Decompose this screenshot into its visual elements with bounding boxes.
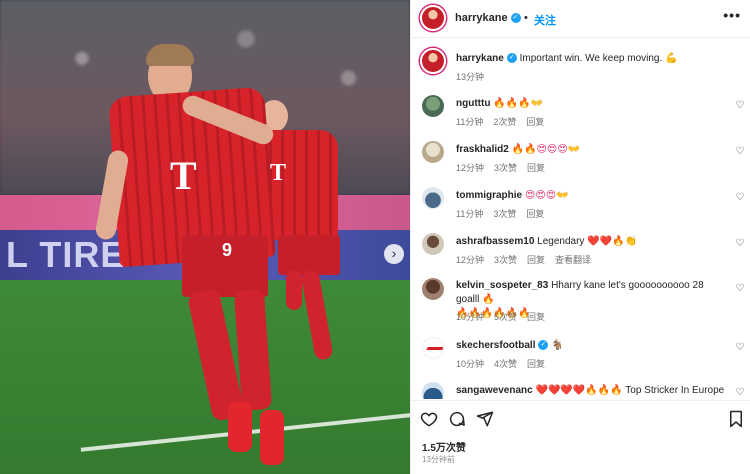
- list-item: ashrafbassem10 Legendary ❤️❤️🔥👏 12分钟 3次赞回…: [411, 233, 750, 273]
- comment-likes[interactable]: 3次赞: [494, 163, 517, 173]
- comment-username[interactable]: sangawevenanc: [456, 385, 533, 396]
- comment-username[interactable]: skechersfootball: [456, 340, 535, 351]
- comment-text: Top Stricker In Europe: [625, 385, 725, 396]
- comment-likes[interactable]: 4次赞: [494, 359, 517, 369]
- post-side-panel: harrykane ✓ • 关注 ••• harrykane ✓ Important…: [410, 0, 750, 474]
- verified-badge-icon: ✓: [538, 340, 549, 351]
- post-header: harrykane ✓ • 关注 •••: [411, 0, 750, 38]
- heart-icon[interactable]: ♡: [735, 147, 745, 157]
- comment-username[interactable]: fraskhalid2: [456, 144, 509, 155]
- comment-likes[interactable]: 2次赞: [493, 117, 516, 127]
- comment-time: 12分钟: [456, 255, 485, 265]
- caption-row: harrykane ✓ Important win. We keep moving…: [411, 48, 750, 88]
- reply-button[interactable]: 回复: [527, 163, 545, 173]
- comment-emoji: 🔥🔥😍😍😍👐: [511, 144, 581, 155]
- post-time: 13分钟前: [422, 455, 455, 464]
- comment-time: 10分钟: [456, 359, 485, 369]
- caption-username[interactable]: harrykane: [456, 53, 504, 64]
- comment-meta: 10分钟 4次赞 回复: [456, 357, 555, 370]
- comment-likes[interactable]: 3次赞: [493, 209, 516, 219]
- comments-list[interactable]: harrykane ✓ Important win. We keep moving…: [411, 39, 750, 399]
- comment-meta: 11分钟 2次赞 回复: [456, 115, 554, 128]
- comment-time: 11分钟: [456, 117, 484, 127]
- comment-time: 12分钟: [456, 163, 485, 173]
- header-username[interactable]: harrykane: [455, 12, 508, 24]
- comment-text-line: sangawevenanc ❤️❤️❤️❤️🔥🔥🔥 Top Stricker I…: [456, 384, 726, 398]
- comment-text: Legendary: [537, 236, 585, 247]
- heart-icon[interactable]: ♡: [735, 193, 745, 203]
- comment-username[interactable]: kelvin_sospeter_83: [456, 280, 548, 291]
- comment-emoji: 🐐: [551, 340, 564, 351]
- verified-badge-icon: ✓: [510, 13, 521, 24]
- post-photo[interactable]: L TIRE T T 9 ›: [0, 0, 410, 474]
- list-item: tommigraphie 😍😍😍👐 11分钟 3次赞 回复 ♡: [411, 187, 750, 227]
- caption-emoji: 💪: [665, 53, 678, 64]
- comment-text-line: ashrafbassem10 Legendary ❤️❤️🔥👏: [456, 235, 726, 249]
- comment-emoji: ❤️❤️🔥👏: [587, 236, 638, 247]
- comment-meta: 10分钟 5次赞 回复: [456, 310, 555, 323]
- avatar[interactable]: [422, 233, 444, 255]
- avatar[interactable]: [422, 95, 444, 117]
- comment-meta: 12分钟 3次赞 回复 查看翻译: [456, 253, 601, 266]
- separator-dot: •: [524, 12, 528, 24]
- verified-badge-icon: ✓: [506, 53, 517, 64]
- caption-text: Important win. We keep moving.: [519, 53, 663, 64]
- comment-time: 11分钟: [456, 209, 484, 219]
- comment-meta: 12分钟 3次赞 回复: [456, 161, 555, 174]
- heart-icon[interactable]: ♡: [735, 284, 745, 294]
- avatar[interactable]: [420, 48, 446, 74]
- follow-button[interactable]: 关注: [534, 12, 556, 28]
- see-translation-link[interactable]: 查看翻译: [555, 255, 591, 265]
- post-actions-bar: 1.5万次赞 13分钟前: [411, 400, 750, 474]
- list-item: skechersfootball ✓ 🐐 10分钟 4次赞 回复 ♡: [411, 337, 750, 377]
- caption-text-line: harrykane ✓ Important win. We keep moving…: [456, 52, 726, 66]
- comment-username[interactable]: tommigraphie: [456, 190, 522, 201]
- reply-button[interactable]: 回复: [526, 209, 544, 219]
- comment-emoji: 😍😍😍👐: [524, 190, 569, 201]
- skechers-logo: [426, 347, 443, 350]
- reply-button[interactable]: 回复: [527, 359, 545, 369]
- list-item: sangawevenanc ❤️❤️❤️❤️🔥🔥🔥 Top Stricker I…: [411, 382, 750, 399]
- chevron-right-icon[interactable]: ›: [384, 244, 404, 264]
- comment-username[interactable]: ngutttu: [456, 98, 490, 109]
- comment-meta: 11分钟 3次赞 回复: [456, 207, 554, 220]
- header-username-row: harrykane ✓: [455, 12, 521, 24]
- likes-count[interactable]: 1.5万次赞: [422, 439, 466, 454]
- reply-button[interactable]: 回复: [527, 312, 545, 322]
- list-item: kelvin_sospeter_83 Hharry kane let's goo…: [411, 278, 750, 328]
- heart-icon[interactable]: [420, 410, 438, 428]
- comment-likes[interactable]: 3次赞: [494, 255, 517, 265]
- share-icon[interactable]: [476, 410, 494, 428]
- bookmark-icon[interactable]: [727, 410, 745, 428]
- more-options-icon[interactable]: •••: [723, 7, 741, 23]
- avatar[interactable]: [422, 141, 444, 163]
- reply-button[interactable]: 回复: [526, 117, 544, 127]
- comment-text-line: ngutttu 🔥🔥🔥👐: [456, 97, 726, 111]
- list-item: fraskhalid2 🔥🔥😍😍😍👐 12分钟 3次赞 回复 ♡: [411, 141, 750, 181]
- heart-icon[interactable]: ♡: [735, 343, 745, 353]
- avatar[interactable]: [422, 382, 444, 399]
- comment-text-line: tommigraphie 😍😍😍👐: [456, 189, 726, 203]
- avatar[interactable]: [422, 337, 444, 359]
- comment-icon[interactable]: [448, 410, 466, 428]
- avatar[interactable]: [422, 187, 444, 209]
- comment-text-line: fraskhalid2 🔥🔥😍😍😍👐: [456, 143, 726, 157]
- main-player-figure: T 9: [94, 40, 300, 470]
- comment-emoji: 🔥🔥🔥👐: [493, 98, 544, 109]
- comment-emoji: ❤️❤️❤️❤️🔥🔥🔥: [535, 385, 623, 396]
- jersey-number: 9: [222, 240, 233, 260]
- comment-time: 10分钟: [456, 312, 485, 322]
- comment-username[interactable]: ashrafbassem10: [456, 236, 534, 247]
- avatar[interactable]: [420, 5, 446, 31]
- avatar[interactable]: [422, 278, 444, 300]
- heart-icon[interactable]: ♡: [735, 239, 745, 249]
- comment-emoji: 🔥: [482, 294, 495, 305]
- comment-likes[interactable]: 5次赞: [494, 312, 517, 322]
- heart-icon[interactable]: ♡: [735, 101, 745, 111]
- reply-button[interactable]: 回复: [527, 255, 545, 265]
- list-item: ngutttu 🔥🔥🔥👐 11分钟 2次赞 回复 ♡: [411, 95, 750, 135]
- comment-text-line: skechersfootball ✓ 🐐: [456, 339, 726, 353]
- caption-time: 13分钟: [456, 72, 485, 82]
- heart-icon[interactable]: ♡: [735, 388, 745, 398]
